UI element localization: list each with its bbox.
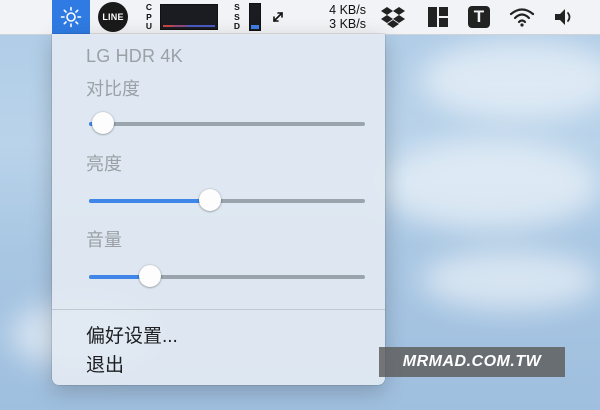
cpu-usage-level <box>163 25 215 27</box>
line-app-icon[interactable]: LINE <box>98 2 128 32</box>
slider-knob[interactable] <box>199 189 221 211</box>
sky-cloud <box>420 40 600 120</box>
quit-menu-item[interactable]: 退出 <box>86 350 124 377</box>
ssd-indicator[interactable] <box>249 3 261 31</box>
slider-knob[interactable] <box>139 265 161 287</box>
t-app-box: T <box>468 6 490 28</box>
sky-cloud <box>420 250 600 310</box>
expand-arrows-icon[interactable] <box>270 0 286 34</box>
menu-separator <box>52 309 385 310</box>
net-upload-speed: 4 KB/s <box>329 3 366 17</box>
display-menu: LG HDR 4K 对比度 亮度 音量 偏好设置... 退出 <box>52 34 385 385</box>
ssd-label: S S D <box>232 2 242 32</box>
net-download-speed: 3 KB/s <box>329 17 366 31</box>
slider-knob[interactable] <box>92 112 114 134</box>
layout-icon[interactable] <box>424 0 452 34</box>
volume-label: 音量 <box>86 230 122 250</box>
t-app-icon[interactable]: T <box>464 0 494 34</box>
dropbox-icon[interactable] <box>378 0 408 34</box>
slider-fill <box>89 199 210 203</box>
wifi-icon[interactable] <box>506 0 538 34</box>
watermark: MRMAD.COM.TW <box>379 347 565 377</box>
brightness-label: 亮度 <box>86 154 122 174</box>
volume-icon[interactable] <box>550 0 578 34</box>
cpu-label-char: U <box>145 21 153 31</box>
line-app-label: LINE <box>102 12 124 22</box>
cpu-graph[interactable] <box>160 4 218 30</box>
ssd-label-char: D <box>233 21 241 31</box>
network-speed[interactable]: 4 KB/s 3 KB/s <box>300 0 366 34</box>
display-name: LG HDR 4K <box>86 46 183 66</box>
menu-bar: LINE C P U S S D 4 KB/s 3 KB/s T <box>0 0 600 35</box>
brightness-sun-icon[interactable] <box>52 0 90 34</box>
cpu-label: C P U <box>144 2 154 32</box>
volume-slider[interactable] <box>89 265 365 289</box>
contrast-label: 对比度 <box>86 79 140 99</box>
brightness-slider[interactable] <box>89 189 365 213</box>
t-app-label: T <box>473 7 485 26</box>
ssd-usage-level <box>251 25 259 29</box>
preferences-menu-item[interactable]: 偏好设置... <box>86 321 178 348</box>
sky-cloud <box>380 140 600 230</box>
contrast-slider[interactable] <box>89 112 365 136</box>
slider-track <box>89 122 365 126</box>
